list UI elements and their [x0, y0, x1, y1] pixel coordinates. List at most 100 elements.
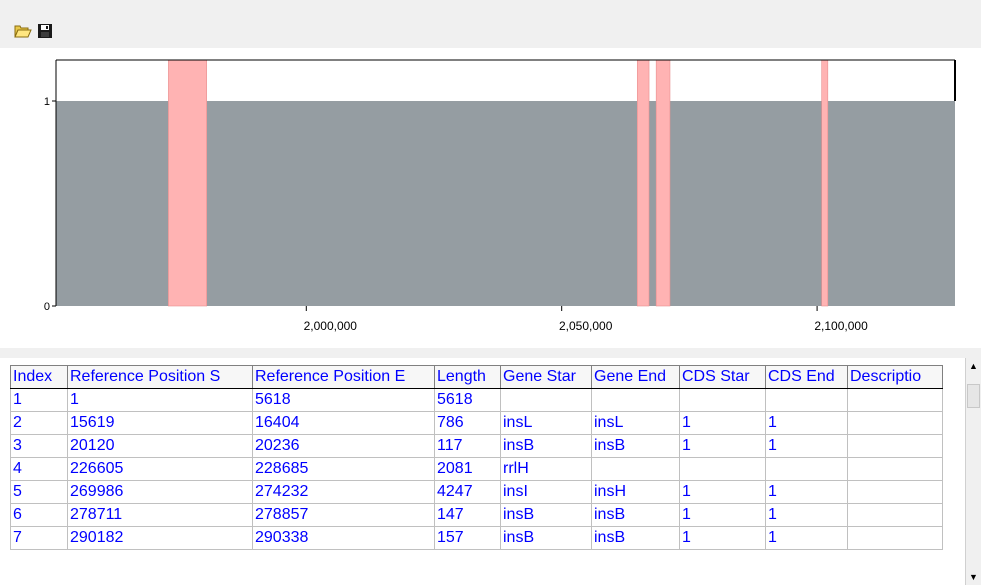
table-cell[interactable]: 1 — [10, 388, 68, 412]
table-cell[interactable]: 1 — [679, 434, 766, 458]
table-cell[interactable]: 1 — [765, 526, 848, 550]
table-cell[interactable] — [847, 434, 943, 458]
column-header[interactable]: CDS Star — [679, 365, 766, 389]
table-row[interactable]: 6 278711 278857 147 insB insB 1 1 — [10, 503, 943, 527]
folder-open-icon[interactable] — [14, 22, 32, 40]
table-cell[interactable]: 16404 — [252, 411, 435, 435]
table-row[interactable]: 2 15619 16404 786 insL insL 1 1 — [10, 411, 943, 435]
column-header[interactable]: Gene Star — [500, 365, 592, 389]
table-cell[interactable]: 4247 — [434, 480, 501, 504]
table-cell[interactable]: 5618 — [252, 388, 435, 412]
table-cell[interactable]: 278711 — [67, 503, 253, 527]
x-tick-label: 2,050,000 — [559, 319, 613, 333]
toolbar — [0, 0, 981, 46]
table-cell[interactable] — [591, 457, 680, 481]
table-cell[interactable]: 20236 — [252, 434, 435, 458]
table-cell[interactable] — [765, 457, 848, 481]
column-header[interactable]: Index — [10, 365, 68, 389]
table-cell[interactable]: 1 — [765, 411, 848, 435]
table-cell[interactable]: 269986 — [67, 480, 253, 504]
table-cell[interactable] — [765, 388, 848, 412]
table-cell[interactable]: 4 — [10, 457, 68, 481]
table-cell[interactable]: insB — [500, 503, 592, 527]
gap-region-1 — [168, 59, 207, 307]
table-cell[interactable]: 1 — [679, 503, 766, 527]
column-header[interactable]: Reference Position E — [252, 365, 435, 389]
table-cell[interactable] — [847, 457, 943, 481]
table-cell[interactable]: 5 — [10, 480, 68, 504]
x-tick-label: 2,000,000 — [304, 319, 358, 333]
table-cell[interactable] — [591, 388, 680, 412]
table-cell[interactable]: 3 — [10, 434, 68, 458]
table-cell[interactable]: insB — [500, 434, 592, 458]
table-cell[interactable] — [679, 457, 766, 481]
table-cell[interactable] — [847, 411, 943, 435]
vertical-scrollbar[interactable]: ▲ ▼ — [965, 358, 981, 585]
table-cell[interactable]: 7 — [10, 526, 68, 550]
table-cell[interactable]: 147 — [434, 503, 501, 527]
table-cell[interactable] — [847, 480, 943, 504]
table-cell[interactable]: 290338 — [252, 526, 435, 550]
table-row[interactable]: 4 226605 228685 2081 rrlH — [10, 457, 943, 481]
column-header[interactable]: Reference Position S — [67, 365, 253, 389]
table-cell[interactable]: 1 — [67, 388, 253, 412]
table-cell[interactable]: rrlH — [500, 457, 592, 481]
arrow-up-icon[interactable]: ▲ — [966, 358, 981, 374]
table-cell[interactable] — [679, 388, 766, 412]
table-cell[interactable]: 1 — [679, 480, 766, 504]
table-cell[interactable]: 228685 — [252, 457, 435, 481]
table-cell[interactable]: 15619 — [67, 411, 253, 435]
table-row[interactable]: 7 290182 290338 157 insB insB 1 1 — [10, 526, 943, 550]
pane-splitter[interactable] — [0, 348, 981, 358]
table-cell[interactable]: 5618 — [434, 388, 501, 412]
table-cell[interactable]: 1 — [765, 480, 848, 504]
table-cell[interactable] — [847, 388, 943, 412]
table-cell[interactable]: 226605 — [67, 457, 253, 481]
x-tick-label: 2,100,000 — [814, 319, 868, 333]
table-cell[interactable]: 157 — [434, 526, 501, 550]
floppy-disk-icon[interactable] — [36, 22, 54, 40]
column-header[interactable]: Length — [434, 365, 501, 389]
scrollbar-thumb[interactable] — [967, 384, 980, 408]
table-cell[interactable]: 1 — [679, 411, 766, 435]
table-cell[interactable]: 6 — [10, 503, 68, 527]
table-cell[interactable]: 1 — [765, 434, 848, 458]
table-row[interactable]: 3 20120 20236 117 insB insB 1 1 — [10, 434, 943, 458]
table-cell[interactable]: insB — [591, 434, 680, 458]
table-cell[interactable]: 290182 — [67, 526, 253, 550]
table-cell[interactable]: insB — [500, 526, 592, 550]
table-cell[interactable] — [847, 526, 943, 550]
table-cell[interactable]: insH — [591, 480, 680, 504]
arrow-down-icon[interactable]: ▼ — [966, 569, 981, 585]
table-cell[interactable]: 20120 — [67, 434, 253, 458]
y-tick-label: 0 — [44, 301, 50, 313]
coverage-chart-svg: 0 1 2,000,000 2,050,000 2,100,000 — [44, 59, 956, 333]
table-cell[interactable]: 2 — [10, 411, 68, 435]
column-header[interactable]: Gene End — [591, 365, 680, 389]
table-row[interactable]: 1 1 5618 5618 — [10, 388, 943, 412]
table-cell[interactable]: insL — [591, 411, 680, 435]
table-cell[interactable]: 786 — [434, 411, 501, 435]
table-cell[interactable]: 1 — [765, 503, 848, 527]
column-header[interactable]: CDS End — [765, 365, 848, 389]
data-grid: Index Reference Position S Reference Posit… — [0, 358, 981, 585]
table-cell[interactable]: 1 — [679, 526, 766, 550]
gap-region-4 — [821, 59, 829, 307]
table-row[interactable]: 5 269986 274232 4247 insI insH 1 1 — [10, 480, 943, 504]
table-cell[interactable]: 2081 — [434, 457, 501, 481]
table-cell[interactable]: insB — [591, 526, 680, 550]
y-tick-label: 1 — [44, 96, 50, 108]
table-cell[interactable]: 117 — [434, 434, 501, 458]
table-cell[interactable]: 274232 — [252, 480, 435, 504]
table-cell[interactable] — [847, 503, 943, 527]
gap-region-3 — [655, 59, 671, 307]
coverage-chart: 0 1 2,000,000 2,050,000 2,100,000 — [0, 48, 981, 348]
table-header-row: Index Reference Position S Reference Posit… — [10, 365, 943, 389]
table-cell[interactable]: 278857 — [252, 503, 435, 527]
gap-region-2 — [636, 59, 650, 307]
column-header[interactable]: Descriptio — [847, 365, 943, 389]
table-cell[interactable]: insL — [500, 411, 592, 435]
table-cell[interactable] — [500, 388, 592, 412]
table-cell[interactable]: insB — [591, 503, 680, 527]
table-cell[interactable]: insI — [500, 480, 592, 504]
